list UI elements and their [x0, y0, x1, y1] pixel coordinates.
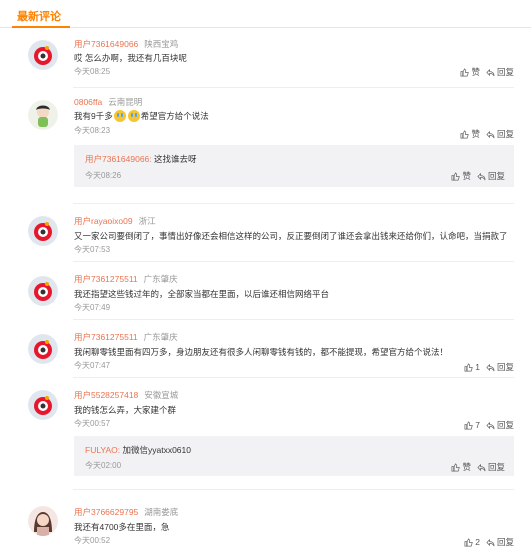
- latest-comments-tab[interactable]: 最新评论: [17, 8, 61, 24]
- like-button[interactable]: 2: [464, 537, 480, 547]
- comment-text: 我闲聊零钱里面有四万多，身边朋友还有很多人闲聊零钱有钱的，都不能提现，希望官方给…: [74, 347, 449, 357]
- comment-text: 我的钱怎么弄，大家建个群: [74, 405, 177, 415]
- comment-item: 用户7361275511 广东肇庆 我闲聊零钱里面有四万多，身边朋友还有很多人闲聊…: [0, 320, 531, 378]
- like-count: 7: [475, 420, 480, 430]
- username-link[interactable]: 用户7361275511: [74, 332, 138, 342]
- reply-button[interactable]: 回复: [486, 128, 514, 140]
- reply-username-link[interactable]: FULYAO:: [85, 445, 120, 455]
- comment-time: 今天07:53: [74, 245, 111, 254]
- reply-arrow-icon: [477, 463, 486, 471]
- user-location: 陕西宝鸡: [144, 39, 179, 49]
- thumbs-up-icon: [464, 362, 474, 371]
- username-link[interactable]: 用户7361275511: [74, 274, 138, 284]
- reply-box: 用户7361649066: 这找谁去呀 今天08:26 赞 回复: [74, 145, 514, 187]
- like-button[interactable]: 1: [464, 362, 480, 372]
- username-link[interactable]: 用户3766629795: [74, 507, 138, 517]
- crying-emoji-icon: [127, 110, 140, 122]
- like-button[interactable]: 赞: [451, 170, 471, 182]
- comment-item: 用户7361649066 陕西宝鸡 哎 怎么办啊，我还有几百块呢 今天08:25 …: [0, 28, 531, 88]
- like-button[interactable]: 赞: [460, 66, 480, 78]
- like-count: 2: [475, 537, 480, 547]
- comment-text: 哎 怎么办啊，我还有几百块呢: [74, 53, 187, 63]
- reply-box: FULYAO: 加微信yyatxx0610 今天02:00 赞 回复: [74, 436, 514, 476]
- comment-item: 用户5528257418 安徽宣城 我的钱怎么弄，大家建个群 今天00:57 7 …: [0, 378, 531, 490]
- user-location: 云南昆明: [108, 97, 143, 107]
- comment-text: 又一家公司要倒闭了，事情出好像还会相信这样的公司，反正要倒闭了谁还会拿出钱来还给…: [74, 231, 508, 241]
- reply-arrow-icon: [486, 68, 495, 76]
- comment-item: 用户7361275511 广东肇庆 我还指望这些钱过年的，全部家当都在里面，以后谁…: [0, 262, 531, 320]
- username-link[interactable]: 用户rayaoixo09: [74, 216, 133, 226]
- comment-time: 今天00:52: [74, 536, 111, 545]
- comment-text: 我有9千多 希望官方给个说法: [74, 110, 209, 122]
- reply-arrow-icon: [477, 172, 486, 180]
- comment-time: 今天07:49: [74, 303, 111, 312]
- username-link[interactable]: 用户5528257418: [74, 390, 138, 400]
- reply-arrow-icon: [486, 363, 495, 371]
- default-avatar-icon[interactable]: [28, 390, 58, 420]
- like-button[interactable]: 7: [464, 420, 480, 430]
- thumbs-up-icon: [461, 67, 470, 76]
- default-avatar-icon[interactable]: [28, 276, 58, 306]
- user-avatar[interactable]: [28, 100, 58, 130]
- reply-arrow-icon: [486, 130, 495, 138]
- reply-button[interactable]: 回复: [477, 170, 505, 182]
- default-avatar-icon[interactable]: [28, 40, 58, 70]
- like-button[interactable]: 赞: [460, 128, 480, 140]
- comment-time: 今天00:57: [74, 419, 111, 428]
- reply-arrow-icon: [486, 421, 495, 429]
- reply-time: 今天02:00: [85, 461, 122, 470]
- thumbs-up-icon: [464, 420, 474, 429]
- like-button[interactable]: 赞: [451, 461, 471, 473]
- username-link[interactable]: 用户7361649066: [74, 39, 138, 49]
- reply-button[interactable]: 回复: [477, 461, 505, 473]
- like-count: 1: [475, 362, 480, 372]
- comment-text: 我还指望这些钱过年的，全部家当都在里面，以后谁还相信网络平台: [74, 289, 330, 299]
- user-location: 湖南娄底: [144, 507, 179, 517]
- username-link[interactable]: 0806ffa: [74, 97, 102, 107]
- user-location: 广东肇庆: [143, 332, 178, 342]
- comment-time: 今天07:47: [74, 361, 111, 370]
- default-avatar-icon[interactable]: [28, 216, 58, 246]
- user-location: 安徽宣城: [144, 390, 179, 400]
- reply-text: 加微信yyatxx0610: [122, 445, 191, 455]
- user-avatar[interactable]: [28, 506, 58, 536]
- reply-text: 这找谁去呀: [154, 154, 197, 164]
- reply-button[interactable]: 回复: [486, 536, 514, 548]
- reply-arrow-icon: [486, 538, 495, 546]
- comment-item: 用户3766629795 湖南娄底 我还有4700多在里面，急 今天00:52 2…: [0, 490, 531, 548]
- comment-item: 用户rayaoixo09 浙江 又一家公司要倒闭了，事情出好像还会相信这样的公司，…: [0, 204, 531, 262]
- comment-text: 我还有4700多在里面，急: [74, 522, 170, 532]
- comment-time: 今天08:25: [74, 67, 111, 76]
- reply-username-link[interactable]: 用户7361649066:: [85, 154, 152, 164]
- reply-button[interactable]: 回复: [486, 419, 514, 431]
- comment-time: 今天08:23: [74, 126, 111, 135]
- reply-button[interactable]: 回复: [486, 361, 514, 373]
- default-avatar-icon[interactable]: [28, 334, 58, 364]
- thumbs-up-icon: [452, 462, 461, 471]
- user-location: 浙江: [138, 216, 156, 226]
- comment-item: 0806ffa 云南昆明 我有9千多 希望官方给个说法 今天08:23 赞 回复 用…: [0, 88, 531, 204]
- thumbs-up-icon: [464, 537, 474, 546]
- user-location: 广东肇庆: [143, 274, 178, 284]
- thumbs-up-icon: [452, 171, 461, 180]
- crying-emoji-icon: [113, 110, 126, 122]
- reply-time: 今天08:26: [85, 171, 122, 180]
- thumbs-up-icon: [461, 129, 470, 138]
- comments-header: 最新评论: [0, 0, 531, 28]
- reply-button[interactable]: 回复: [486, 66, 514, 78]
